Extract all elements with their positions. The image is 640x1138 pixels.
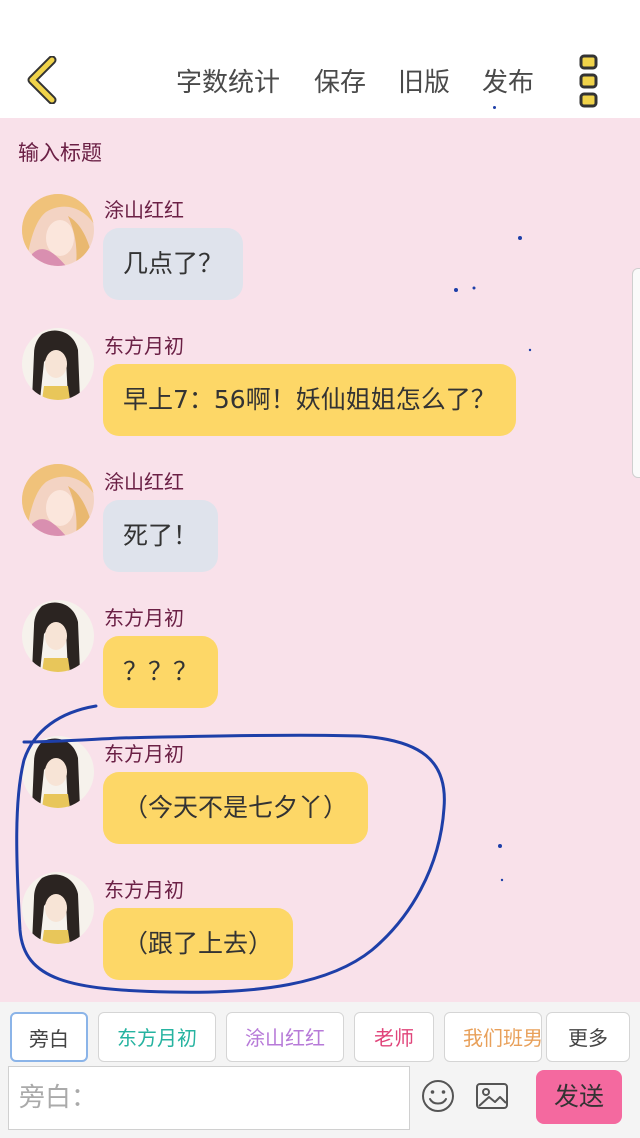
sender-name: 东方月初 (104, 742, 184, 766)
word-count-button[interactable]: 字数统计 (176, 62, 280, 99)
back-button[interactable] (22, 55, 62, 105)
top-toolbar: 字数统计 保存 旧版 发布 (0, 0, 640, 118)
message-bubble[interactable]: （今天不是七夕丫） (103, 772, 369, 844)
avatar-image (22, 328, 94, 400)
avatar-image (22, 872, 94, 944)
avatar-image (22, 464, 94, 536)
avatar-image (22, 600, 94, 672)
chat-area[interactable]: 涂山红红 几点了？ 东方月初 早上7：56啊！妖仙姐姐怎么了？ 涂山红红 死了！… (0, 190, 640, 990)
character-teacher[interactable]: 老师 (354, 1012, 434, 1062)
old-version-button[interactable]: 旧版 (398, 62, 450, 99)
sender-name: 东方月初 (104, 606, 184, 630)
more-menu-button[interactable] (578, 54, 602, 108)
image-button[interactable] (474, 1078, 510, 1114)
message-bubble[interactable]: （跟了上去） (103, 908, 294, 980)
sender-name: 涂山红红 (104, 470, 184, 494)
message-input[interactable] (8, 1066, 410, 1130)
send-button[interactable]: 发送 (536, 1070, 622, 1124)
character-dongfang-yuechu[interactable]: 东方月初 (98, 1012, 216, 1062)
emoji-button[interactable] (420, 1078, 456, 1114)
dongfang-yuechu-avatar[interactable] (22, 872, 94, 944)
character-narrator[interactable]: 旁白 (10, 1012, 88, 1062)
message-bubble[interactable]: 早上7：56啊！妖仙姐姐怎么了？ (103, 364, 516, 436)
dongfang-yuechu-avatar[interactable] (22, 328, 94, 400)
tushan-honghong-avatar[interactable] (22, 194, 94, 266)
save-button[interactable]: 保存 (314, 62, 366, 99)
input-bar: 发送 (0, 1062, 640, 1138)
avatar-image (22, 194, 94, 266)
sender-name: 涂山红红 (104, 198, 184, 222)
stray-dot (493, 106, 496, 109)
emoji-icon (422, 1080, 454, 1112)
more-vertical-icon (579, 54, 598, 108)
edge-scroll-handle[interactable] (632, 268, 640, 478)
sender-name: 东方月初 (104, 334, 184, 358)
title-input[interactable] (18, 142, 318, 166)
more-characters-button[interactable]: 更多 (546, 1012, 630, 1062)
dongfang-yuechu-avatar[interactable] (22, 600, 94, 672)
dongfang-yuechu-avatar[interactable] (22, 736, 94, 808)
message-bubble[interactable]: 几点了？ (103, 228, 244, 300)
publish-button[interactable]: 发布 (482, 62, 534, 99)
tushan-honghong-avatar[interactable] (22, 464, 94, 536)
chevron-left-icon (27, 55, 57, 105)
avatar-image (22, 736, 94, 808)
image-icon (476, 1083, 508, 1109)
character-classmate[interactable]: 我们班男 (444, 1012, 542, 1062)
message-bubble[interactable]: ？？？ (103, 636, 219, 708)
sender-name: 东方月初 (104, 878, 184, 902)
message-bubble[interactable]: 死了！ (103, 500, 219, 572)
character-tushan-honghong[interactable]: 涂山红红 (226, 1012, 344, 1062)
